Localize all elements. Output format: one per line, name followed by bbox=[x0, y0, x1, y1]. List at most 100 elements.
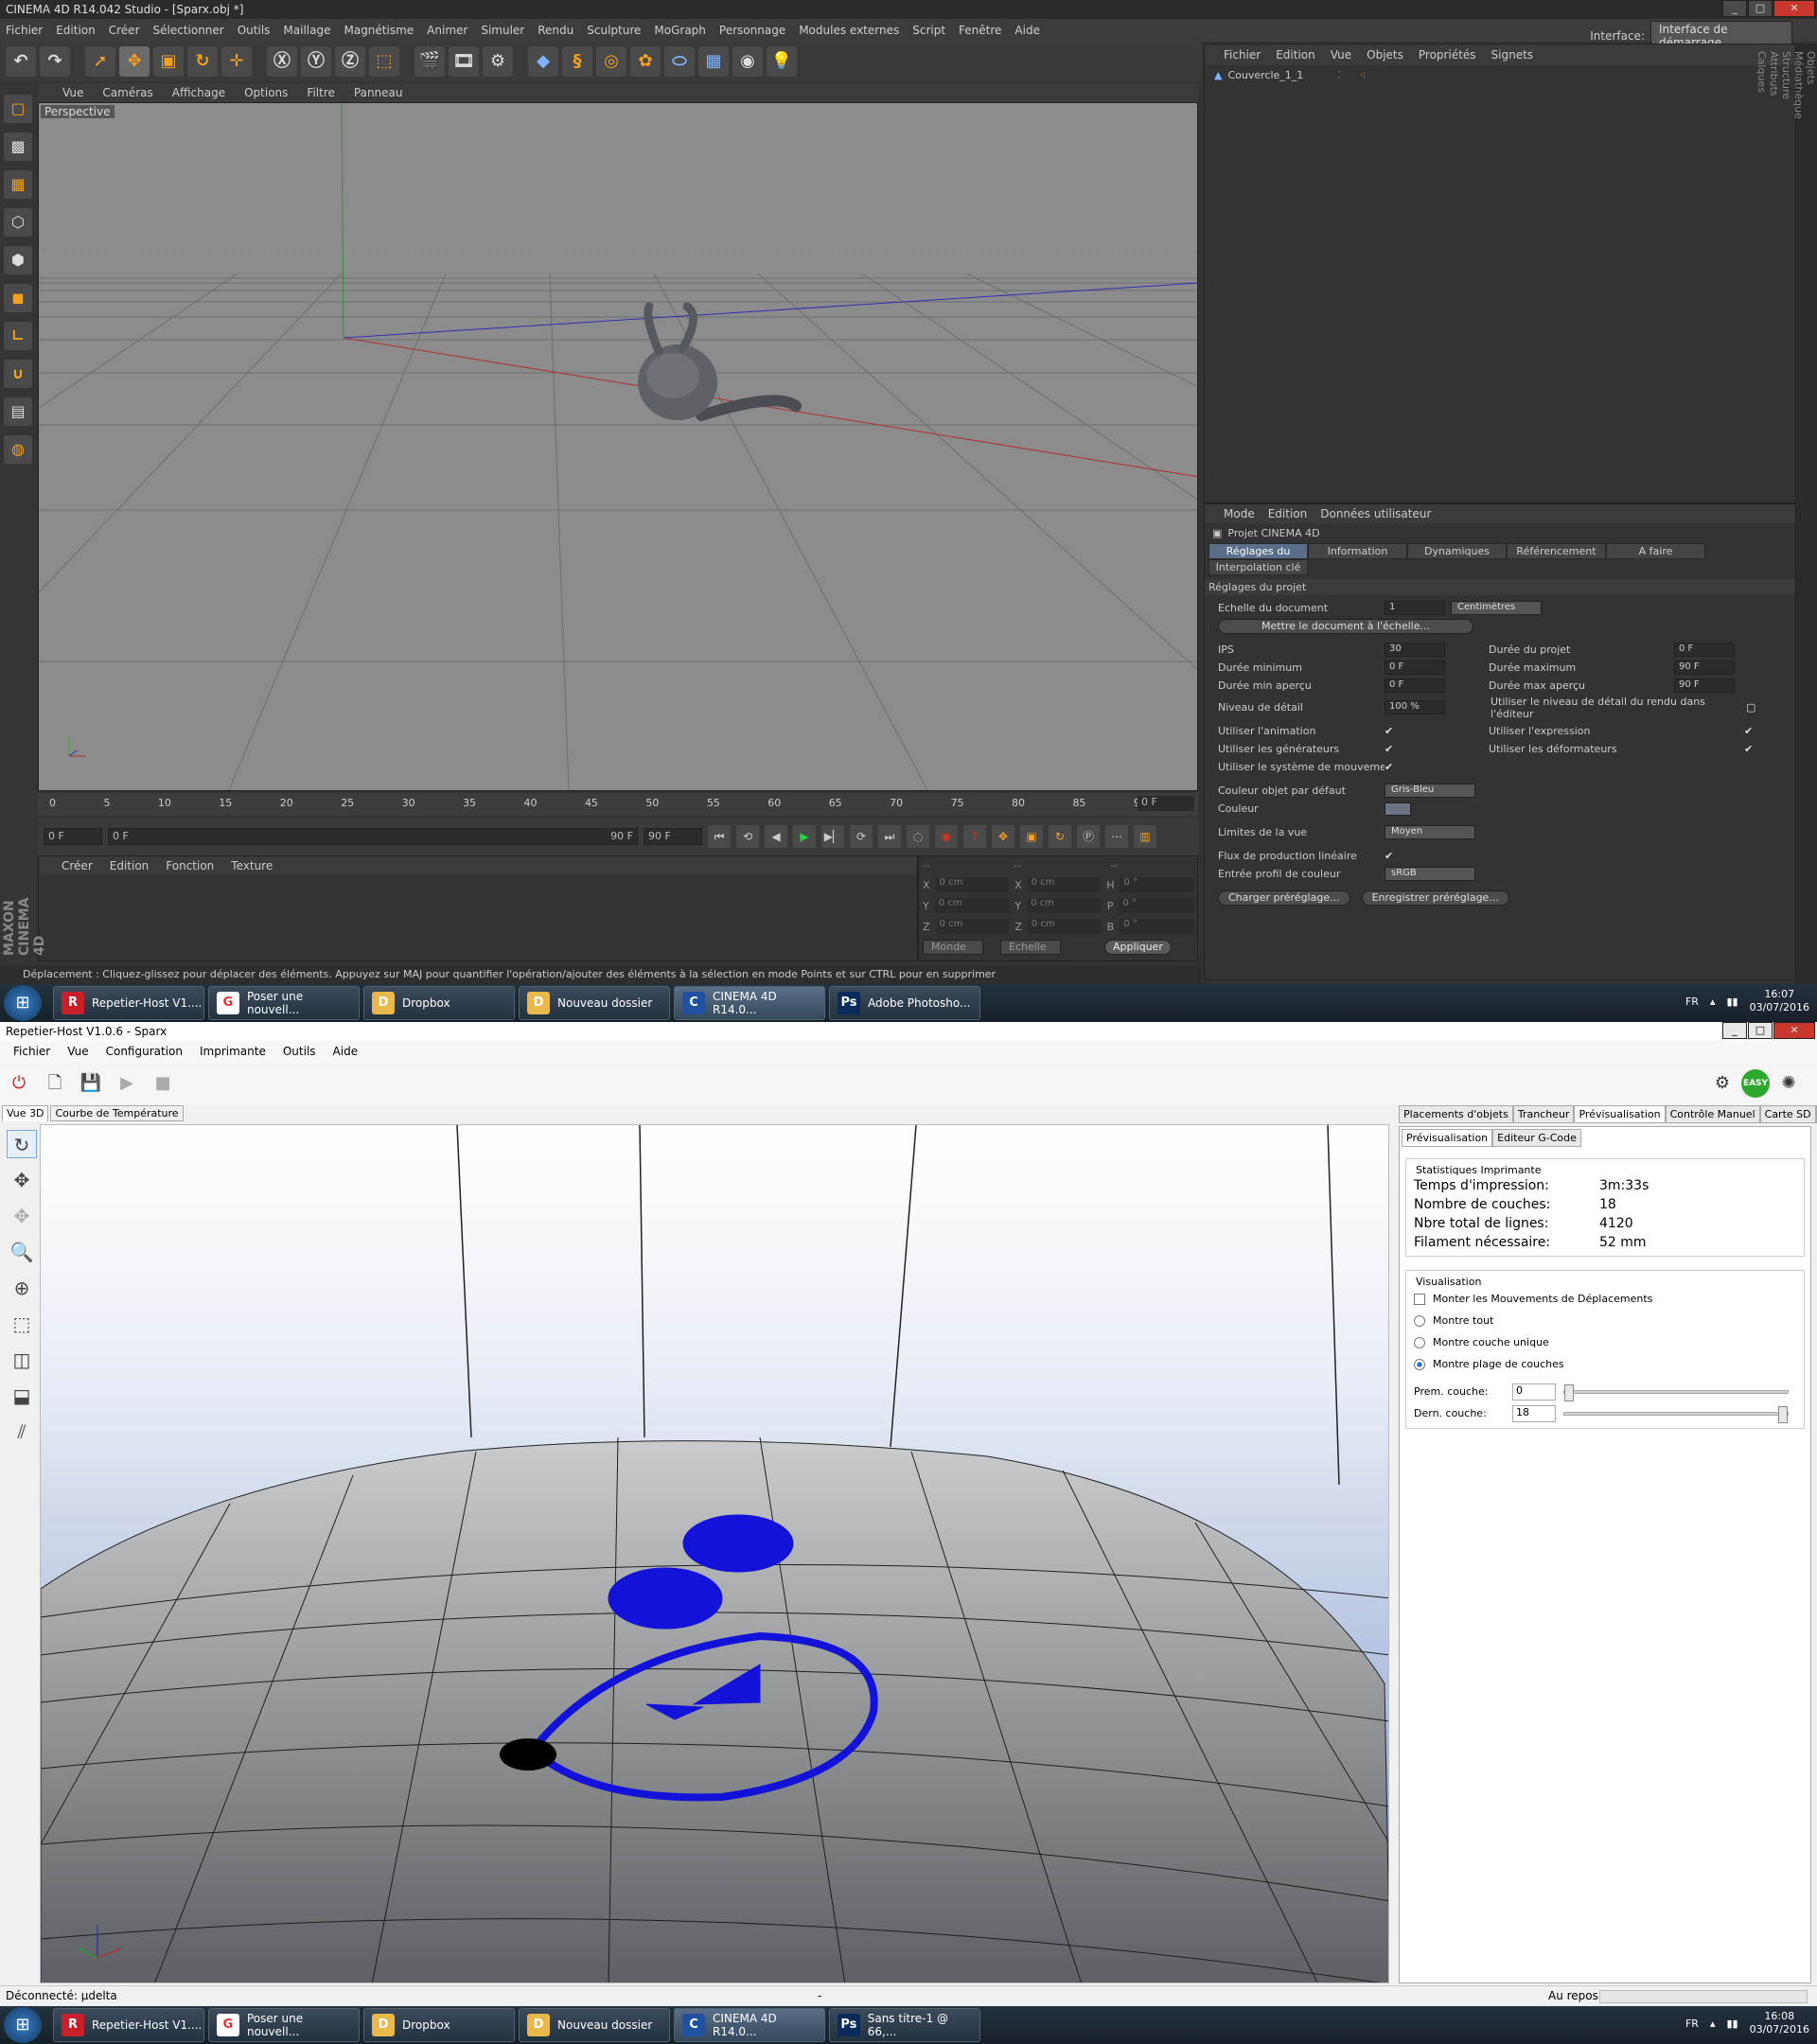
tray-arrow-icon[interactable]: ▴ bbox=[1710, 996, 1716, 1008]
default-color-dropdown[interactable]: Gris-Bleu bbox=[1385, 784, 1475, 798]
rh-menu-item-5[interactable]: Aide bbox=[333, 1045, 359, 1058]
undo-icon[interactable]: ↶ bbox=[6, 46, 36, 77]
taskbar-item[interactable]: Ps Sans titre-1 @ 66,... bbox=[829, 2008, 980, 2042]
menu-item-9[interactable]: Rendu bbox=[538, 24, 573, 37]
taskbar-item[interactable]: D Dropbox bbox=[363, 2008, 515, 2042]
language-indicator-2[interactable]: FR bbox=[1685, 2018, 1699, 2030]
prev-key-icon[interactable]: ⟲ bbox=[736, 825, 759, 848]
snap-icon[interactable]: ▤ bbox=[4, 397, 32, 426]
rh-maximize-button[interactable]: □ bbox=[1748, 1022, 1773, 1039]
show-all-radio[interactable] bbox=[1414, 1314, 1425, 1327]
time-right-field[interactable]: 0 F bbox=[1674, 643, 1735, 657]
axis-mode-icon[interactable]: ∟ bbox=[4, 322, 32, 350]
select-arrow-icon[interactable]: ➚ bbox=[85, 46, 115, 77]
key-pla-icon[interactable]: ⋯ bbox=[1105, 825, 1128, 848]
menu-item-13[interactable]: Modules externes bbox=[799, 24, 899, 37]
view-tab-0[interactable]: Vue 3D bbox=[2, 1105, 49, 1121]
object-menu-item-2[interactable]: Vue bbox=[1331, 48, 1351, 62]
clock[interactable]: 16:07 03/07/2016 bbox=[1750, 988, 1809, 1014]
object-menu-item-0[interactable]: Fichier bbox=[1224, 48, 1261, 62]
rh-close-button[interactable]: ✕ bbox=[1773, 1022, 1815, 1039]
attr-tab-4[interactable]: A faire bbox=[1606, 543, 1705, 559]
rh-menu-item-2[interactable]: Configuration bbox=[106, 1045, 183, 1058]
perspective-viewport[interactable]: Perspective bbox=[38, 102, 1198, 791]
sub-tab-0[interactable]: Prévisualisation bbox=[1402, 1129, 1493, 1147]
emergency-stop-icon[interactable]: ✺ bbox=[1775, 1070, 1802, 1097]
rh-menu-item-4[interactable]: Outils bbox=[283, 1045, 316, 1058]
use-gen-checkbox[interactable]: ✔ bbox=[1385, 743, 1396, 755]
language-indicator[interactable]: FR bbox=[1685, 996, 1699, 1008]
coord-field-b[interactable]: 0 cm bbox=[1027, 877, 1102, 892]
viewport-menu-item-3[interactable]: Options bbox=[244, 86, 288, 99]
menu-item-10[interactable]: Sculpture bbox=[587, 24, 641, 37]
lod-render-checkbox[interactable]: ▢ bbox=[1746, 701, 1757, 714]
coord-scale-dropdown[interactable]: Echelle bbox=[1000, 940, 1061, 955]
tray-arrow-icon-2[interactable]: ▴ bbox=[1710, 2018, 1716, 2030]
front-view-icon[interactable]: ◫ bbox=[7, 1346, 37, 1374]
load-icon[interactable]: 🗋 bbox=[42, 1070, 68, 1097]
menu-item-14[interactable]: Script bbox=[912, 24, 945, 37]
attr-tab-5[interactable]: Interpolation clé bbox=[1208, 559, 1308, 575]
show-single-option[interactable]: Montre couche unique bbox=[1414, 1331, 1796, 1353]
use-anim-checkbox[interactable]: ✔ bbox=[1385, 725, 1396, 737]
viewport-menu-item-1[interactable]: Caméras bbox=[102, 86, 152, 99]
rh-menu-item-3[interactable]: Imprimante bbox=[200, 1045, 266, 1058]
attr-tab-1[interactable]: Information bbox=[1308, 543, 1407, 559]
attr-menu-item-0[interactable]: Mode bbox=[1224, 507, 1255, 520]
object-row[interactable]: ▲ Couvercle_1_1 ⁚ ⁖ bbox=[1205, 65, 1795, 85]
workplane-icon[interactable]: ▦ bbox=[4, 170, 32, 199]
show-moves-checkbox[interactable] bbox=[1414, 1293, 1425, 1305]
move-tool-icon[interactable]: ✥ bbox=[119, 46, 150, 77]
menu-item-15[interactable]: Fenêtre bbox=[959, 24, 1001, 37]
apply-button[interactable]: Appliquer bbox=[1104, 940, 1172, 955]
material-menu-item-1[interactable]: Edition bbox=[110, 859, 150, 872]
coord-field-c[interactable]: 0 ° bbox=[1120, 919, 1193, 934]
material-menu-item-2[interactable]: Fonction bbox=[166, 859, 214, 872]
move-object-icon[interactable]: ✥ bbox=[7, 1202, 37, 1230]
save-preset-button[interactable]: Enregistrer préréglage... bbox=[1361, 890, 1509, 906]
time-left-field[interactable]: 0 F bbox=[1385, 661, 1445, 675]
y-axis-icon[interactable]: Ⓨ bbox=[301, 46, 331, 77]
menu-item-2[interactable]: Créer bbox=[109, 24, 140, 37]
attr-menu-item-2[interactable]: Données utilisateur bbox=[1320, 507, 1431, 520]
points-mode-icon[interactable]: ⬡ bbox=[4, 208, 32, 237]
coord-field-b[interactable]: 0 cm bbox=[1027, 898, 1102, 913]
doc-scale-unit-dropdown[interactable]: Centimètres bbox=[1451, 601, 1542, 615]
timeline[interactable]: 051015202530354045505560657075808590 0 F bbox=[38, 793, 1198, 816]
key-scale-icon[interactable]: ▣ bbox=[1020, 825, 1043, 848]
scale-tool-icon[interactable]: ▣ bbox=[153, 46, 184, 77]
taskbar-item[interactable]: Ps Adobe Photosho... bbox=[829, 986, 980, 1020]
show-single-radio[interactable] bbox=[1414, 1336, 1425, 1348]
start-frame-field[interactable]: 0 F bbox=[44, 828, 102, 845]
autokey-icon[interactable]: ◉ bbox=[935, 825, 958, 848]
menu-item-16[interactable]: Aide bbox=[1014, 24, 1040, 37]
polygons-mode-icon[interactable]: ◼ bbox=[4, 284, 32, 312]
use-motion-checkbox[interactable]: ✔ bbox=[1385, 761, 1396, 773]
stop-icon[interactable]: ■ bbox=[150, 1070, 176, 1097]
cube-icon[interactable]: ◆ bbox=[528, 46, 558, 77]
scale-document-button[interactable]: Mettre le document à l'échelle... bbox=[1218, 618, 1473, 634]
object-menu-item-1[interactable]: Edition bbox=[1276, 48, 1315, 62]
play-icon[interactable]: ▶ bbox=[793, 825, 816, 848]
minimize-button[interactable]: _ bbox=[1722, 0, 1747, 17]
first-layer-thumb[interactable] bbox=[1564, 1383, 1574, 1401]
taskbar-item[interactable]: G Poser une nouvell... bbox=[208, 986, 360, 1020]
right-tab-4[interactable]: Carte SD bbox=[1759, 1105, 1816, 1123]
view-limits-dropdown[interactable]: Moyen bbox=[1385, 825, 1475, 839]
right-tab-0[interactable]: Placements d'objets bbox=[1399, 1105, 1513, 1123]
tag-icon[interactable]: ⁖ bbox=[1360, 69, 1366, 81]
right-tab-3[interactable]: Contrôle Manuel bbox=[1665, 1105, 1760, 1123]
first-layer-slider[interactable] bbox=[1563, 1383, 1789, 1401]
next-key-icon[interactable]: ⟳ bbox=[850, 825, 873, 848]
side-tab-0[interactable]: Objets bbox=[1805, 44, 1817, 990]
range-slider[interactable]: 0 F 90 F bbox=[108, 828, 638, 845]
record-icon[interactable]: ◌ bbox=[907, 825, 929, 848]
viewport-menu-item-5[interactable]: Panneau bbox=[354, 86, 403, 99]
object-menu-item-4[interactable]: Propriétés bbox=[1419, 48, 1476, 62]
prev-frame-icon[interactable]: ◀ bbox=[765, 825, 787, 848]
menu-item-12[interactable]: Personnage bbox=[719, 24, 785, 37]
magnet-icon[interactable]: ∪ bbox=[4, 360, 32, 388]
easy-mode-button[interactable]: EASY bbox=[1741, 1069, 1770, 1098]
render-view-icon[interactable]: 🎬 bbox=[415, 46, 445, 77]
save-icon[interactable]: 💾 bbox=[78, 1070, 104, 1097]
